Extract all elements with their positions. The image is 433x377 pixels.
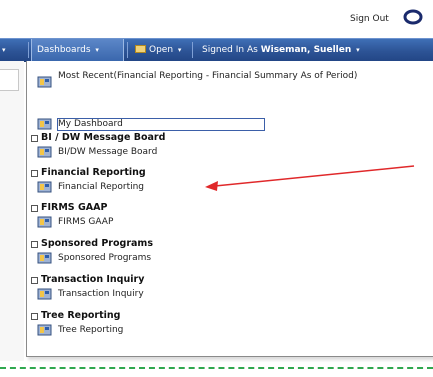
top-bar: Sign Out	[0, 0, 433, 38]
menu-item-label: Financial Reporting	[58, 182, 145, 192]
menu-item-label: FIRMS GAAP	[58, 217, 114, 227]
section-tree-reporting[interactable]: Tree Reporting	[31, 310, 331, 322]
signed-in-label: Signed In As	[202, 45, 258, 55]
menu-item-label: Sponsored Programs	[58, 253, 152, 263]
section-title: Financial Reporting	[41, 167, 146, 178]
chevron-down-icon: ▾	[95, 46, 99, 54]
collapse-toggle-icon[interactable]	[31, 313, 38, 320]
section-bi-dw-message-board[interactable]: BI / DW Message Board	[31, 132, 331, 144]
dashboards-label: Dashboards	[37, 45, 91, 55]
open-menu-button[interactable]: Open ▾	[135, 39, 181, 61]
collapse-toggle-icon[interactable]	[31, 170, 38, 177]
collapse-toggle-icon[interactable]	[31, 241, 38, 248]
section-firms-gaap[interactable]: FIRMS GAAP	[31, 202, 331, 214]
dashboard-icon	[37, 216, 52, 228]
nav-divider	[192, 42, 193, 58]
menu-item-label: Tree Reporting	[58, 325, 124, 335]
collapse-toggle-icon[interactable]	[31, 205, 38, 212]
section-sponsored-programs[interactable]: Sponsored Programs	[31, 238, 331, 250]
page-panel-edge	[0, 69, 19, 91]
dashboards-menu-button[interactable]: Dashboards ▾	[31, 39, 124, 61]
oracle-o-icon[interactable]	[403, 7, 423, 27]
section-title: Transaction Inquiry	[41, 274, 145, 285]
dashboard-icon	[37, 181, 52, 193]
navigation-bar: ▾ Dashboards ▾ Open ▾ Signed In As Wisem…	[0, 38, 433, 62]
dashboard-icon	[37, 252, 52, 264]
user-name: Wiseman, Suellen	[260, 45, 352, 55]
collapse-toggle-icon[interactable]	[31, 277, 38, 284]
nav-divider	[127, 42, 128, 58]
menu-item-financial-reporting[interactable]: Financial Reporting	[37, 180, 267, 194]
chevron-down-icon: ▾	[356, 46, 360, 54]
section-financial-reporting[interactable]: Financial Reporting	[31, 167, 331, 179]
signed-in-menu-button[interactable]: Signed In As Wiseman, Suellen ▾	[202, 39, 360, 61]
menu-item-label: BI/DW Message Board	[58, 147, 158, 157]
selection-outline	[57, 118, 265, 131]
section-title: Tree Reporting	[41, 310, 121, 321]
dashboard-icon	[37, 118, 52, 130]
folder-icon	[135, 45, 146, 53]
menu-item-label: Transaction Inquiry	[58, 289, 144, 299]
menu-item-firms-gaap[interactable]: FIRMS GAAP	[37, 215, 267, 229]
dashboard-icon	[37, 288, 52, 300]
section-title: Sponsored Programs	[41, 238, 153, 249]
section-title: BI / DW Message Board	[41, 132, 166, 143]
chevron-down-icon: ▾	[2, 46, 6, 54]
sign-out-link[interactable]: Sign Out	[350, 14, 389, 24]
menu-item-bi-dw-message-board[interactable]: BI/DW Message Board	[37, 145, 267, 159]
dashboard-icon	[37, 324, 52, 336]
menu-item-most-recent[interactable]: Most Recent(Financial Reporting - Financ…	[37, 71, 427, 95]
dashboard-icon	[37, 76, 52, 88]
collapse-toggle-icon[interactable]	[31, 135, 38, 142]
menu-item-tree-reporting[interactable]: Tree Reporting	[37, 323, 267, 337]
open-label: Open	[149, 45, 174, 55]
menu-item-label: Most Recent(Financial Reporting - Financ…	[58, 71, 358, 81]
nav-item-partial[interactable]: ▾	[0, 39, 8, 61]
nav-divider	[28, 42, 29, 58]
chevron-down-icon: ▾	[177, 46, 182, 54]
menu-item-transaction-inquiry[interactable]: Transaction Inquiry	[37, 287, 267, 301]
page-background	[0, 61, 24, 361]
menu-item-sponsored-programs[interactable]: Sponsored Programs	[37, 251, 267, 265]
dashed-divider	[0, 367, 433, 371]
dashboards-dropdown-menu: Most Recent(Financial Reporting - Financ…	[26, 61, 433, 357]
section-title: FIRMS GAAP	[41, 202, 108, 213]
section-transaction-inquiry[interactable]: Transaction Inquiry	[31, 274, 331, 286]
dashboard-icon	[37, 146, 52, 158]
